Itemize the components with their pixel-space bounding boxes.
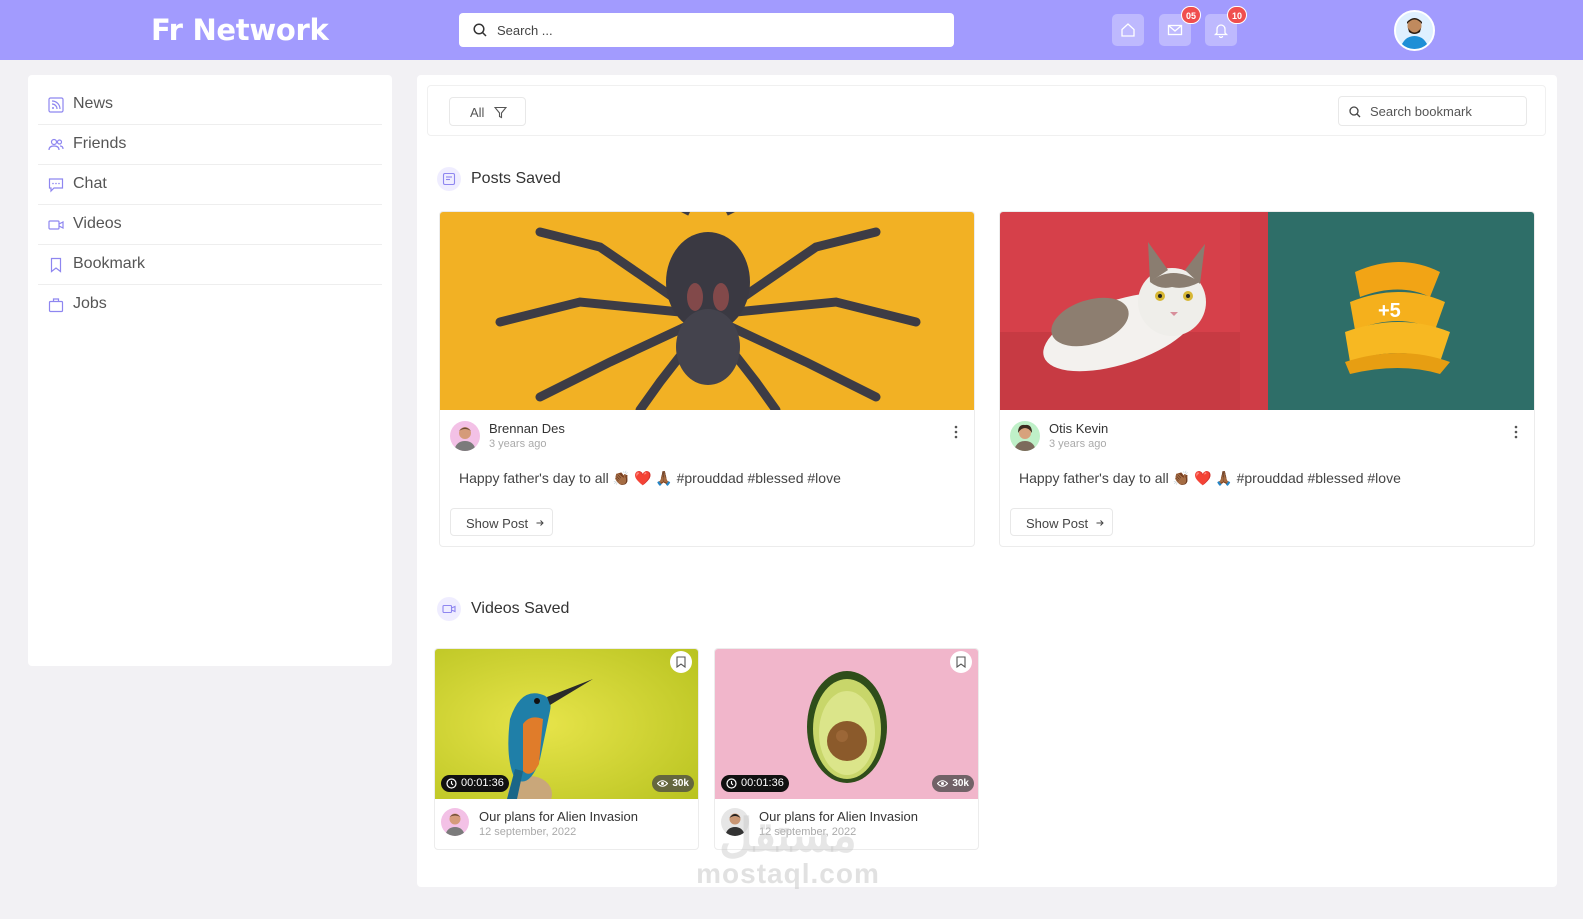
eye-icon <box>657 780 669 787</box>
filter-label: All <box>470 105 485 120</box>
sidebar-item-label: Bookmark <box>73 255 146 272</box>
rss-icon <box>48 97 64 113</box>
post-time: 3 years ago <box>489 438 547 450</box>
views-text: 30k <box>952 778 969 789</box>
sidebar-item-chat[interactable]: Chat <box>38 165 382 205</box>
home-button[interactable] <box>1112 14 1144 46</box>
post-image-gallery[interactable]: +5 <box>1000 212 1534 410</box>
watermark: مستقل mostaql.com <box>688 812 888 890</box>
sidebar-item-label: Chat <box>73 175 107 192</box>
more-vertical-icon <box>954 425 958 439</box>
post-icon <box>437 167 461 191</box>
clock-icon <box>446 778 457 789</box>
arrow-right-icon <box>536 520 544 526</box>
home-icon <box>1121 23 1135 37</box>
author-name[interactable]: Otis Kevin <box>1049 421 1108 436</box>
author-avatar[interactable] <box>450 421 480 451</box>
video-duration: 00:01:36 <box>441 775 509 792</box>
post-menu-button[interactable] <box>950 424 962 440</box>
show-post-button[interactable]: Show Post <box>1010 508 1113 536</box>
sidebar-item-label: Jobs <box>73 295 107 312</box>
search-bar[interactable] <box>459 13 954 47</box>
search-input[interactable] <box>497 13 937 47</box>
duration-text: 00:01:36 <box>461 777 504 789</box>
video-icon <box>437 597 461 621</box>
filter-button[interactable]: All <box>449 97 526 126</box>
notifications-button[interactable]: 10 <box>1205 6 1247 46</box>
briefcase-icon <box>48 298 64 313</box>
sidebar: News Friends Chat Videos Bookmark Jobs <box>28 75 392 666</box>
video-date: 12 september, 2022 <box>479 826 577 838</box>
bookmark-search[interactable] <box>1338 96 1527 126</box>
video-card: 00:01:36 30k Our plans for Alien Invasio… <box>434 648 699 850</box>
show-post-label: Show Post <box>1026 516 1089 531</box>
bookmark-icon <box>676 656 686 668</box>
duration-text: 00:01:36 <box>741 777 784 789</box>
author-avatar[interactable] <box>1010 421 1040 451</box>
sidebar-item-friends[interactable]: Friends <box>38 125 382 165</box>
bookmark-icon <box>956 656 966 668</box>
sidebar-item-label: News <box>73 95 114 112</box>
bookmark-search-input[interactable] <box>1370 97 1520 125</box>
filter-icon <box>494 106 507 119</box>
bookmark-toolbar: All <box>427 85 1546 136</box>
sidebar-item-jobs[interactable]: Jobs <box>38 285 382 325</box>
show-post-button[interactable]: Show Post <box>450 508 553 536</box>
post-image[interactable] <box>440 212 974 410</box>
chat-icon <box>48 178 64 193</box>
sidebar-item-bookmark[interactable]: Bookmark <box>38 245 382 285</box>
videos-saved-title: Videos Saved <box>471 600 570 617</box>
messages-badge: 05 <box>1181 6 1201 24</box>
bookmark-toggle[interactable] <box>950 651 972 673</box>
bookmark-icon <box>50 257 62 273</box>
clock-icon <box>726 778 737 789</box>
video-views: 30k <box>932 775 974 792</box>
author-name[interactable]: Brennan Des <box>489 421 565 436</box>
bell-icon <box>1213 24 1229 38</box>
eye-icon <box>937 780 949 787</box>
brand-logo[interactable]: Fr Network <box>151 13 329 47</box>
posts-saved-title: Posts Saved <box>471 170 561 187</box>
notifications-badge: 10 <box>1227 6 1247 24</box>
bookmark-toggle[interactable] <box>670 651 692 673</box>
post-text: Happy father's day to all 👏🏾 ❤️ 🙏🏾 #prou… <box>459 470 841 486</box>
video-views: 30k <box>652 775 694 792</box>
video-thumbnail[interactable]: 00:01:36 30k <box>715 649 978 799</box>
video-thumbnail[interactable]: 00:01:36 30k <box>435 649 698 799</box>
arrow-right-icon <box>1096 520 1104 526</box>
sidebar-item-label: Videos <box>73 215 122 232</box>
post-menu-button[interactable] <box>1510 424 1522 440</box>
post-text: Happy father's day to all 👏🏾 ❤️ 🙏🏾 #prou… <box>1019 470 1401 486</box>
main-content: All Posts Saved <box>417 75 1557 887</box>
messages-button[interactable]: 05 <box>1159 6 1201 46</box>
watermark-text: mostaql.com <box>696 858 880 889</box>
top-navbar: Fr Network 05 10 <box>0 0 1583 60</box>
watermark-logo: مستقل <box>719 809 857 861</box>
show-post-label: Show Post <box>466 516 529 531</box>
sidebar-item-videos[interactable]: Videos <box>38 205 382 245</box>
search-icon <box>1349 106 1361 118</box>
mail-icon <box>1167 24 1183 36</box>
post-time: 3 years ago <box>1049 438 1107 450</box>
author-avatar[interactable] <box>441 808 469 836</box>
video-title[interactable]: Our plans for Alien Invasion <box>479 809 638 824</box>
video-duration: 00:01:36 <box>721 775 789 792</box>
more-images-count[interactable]: +5 <box>1378 300 1401 323</box>
users-icon <box>48 138 64 151</box>
search-icon <box>473 23 487 37</box>
video-icon <box>48 220 64 230</box>
views-text: 30k <box>672 778 689 789</box>
user-avatar[interactable] <box>1394 10 1435 51</box>
post-card: +5 Otis Kevin 3 years ago Happy father's… <box>999 211 1535 547</box>
sidebar-item-label: Friends <box>73 135 127 152</box>
post-card: Brennan Des 3 years ago Happy father's d… <box>439 211 975 547</box>
more-vertical-icon <box>1514 425 1518 439</box>
sidebar-item-news[interactable]: News <box>38 85 382 125</box>
